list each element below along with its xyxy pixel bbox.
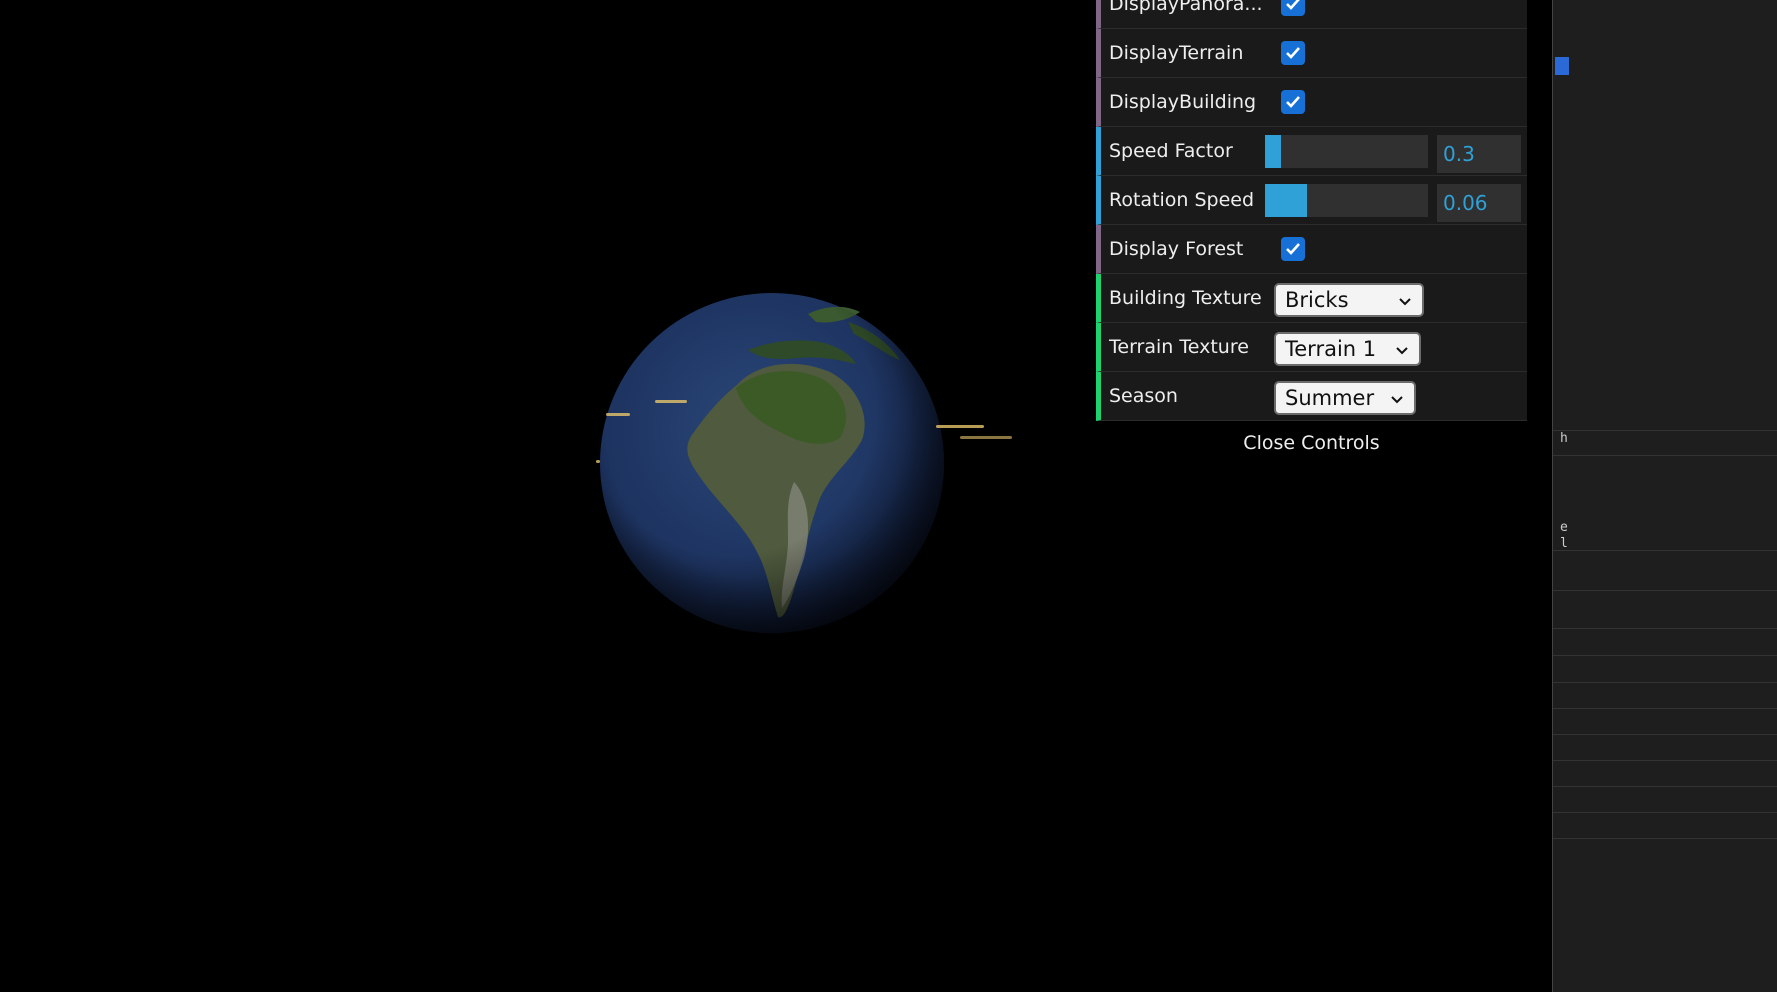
- rotation-speed-input[interactable]: 0.06: [1437, 184, 1521, 222]
- chevron-down-icon: [1396, 347, 1408, 355]
- terrain-texture-select[interactable]: Terrain 1: [1274, 332, 1421, 366]
- speed-factor-slider[interactable]: [1265, 135, 1428, 168]
- display-panorama-row[interactable]: DisplayPanora...: [1096, 0, 1527, 29]
- checkmark-icon: [1286, 47, 1300, 59]
- building-texture-select[interactable]: Bricks: [1274, 283, 1424, 317]
- display-panorama-checkbox[interactable]: [1281, 0, 1305, 16]
- devtools-panel: h e l: [1552, 0, 1777, 992]
- checkmark-icon: [1286, 96, 1300, 108]
- display-forest-label: Display Forest: [1109, 238, 1244, 260]
- city-lights: [936, 425, 984, 428]
- city-lights: [596, 460, 600, 463]
- devtools-fragment: l: [1560, 536, 1568, 551]
- building-texture-label: Building Texture: [1109, 287, 1262, 309]
- controls-panel: DisplayPanora... DisplayTerrain DisplayB…: [1096, 0, 1527, 421]
- checkmark-icon: [1286, 243, 1300, 255]
- building-texture-value: Bricks: [1285, 288, 1349, 312]
- city-lights: [606, 413, 630, 416]
- terrain-texture-value: Terrain 1: [1285, 337, 1377, 361]
- speed-factor-slider-fill: [1265, 135, 1282, 168]
- devtools-selection-marker: [1555, 57, 1569, 75]
- speed-factor-label: Speed Factor: [1109, 140, 1233, 162]
- display-terrain-label: DisplayTerrain: [1109, 42, 1244, 64]
- display-forest-row[interactable]: Display Forest: [1096, 225, 1527, 274]
- rotation-speed-row: Rotation Speed 0.06: [1096, 176, 1527, 225]
- rotation-speed-slider[interactable]: [1265, 184, 1428, 217]
- devtools-fragment: h: [1560, 431, 1568, 446]
- display-building-row[interactable]: DisplayBuilding: [1096, 78, 1527, 127]
- earth-globe: [600, 293, 944, 633]
- building-texture-row: Building Texture Bricks: [1096, 274, 1527, 323]
- terrain-texture-row: Terrain Texture Terrain 1: [1096, 323, 1527, 372]
- season-value: Summer: [1285, 386, 1375, 410]
- speed-factor-row: Speed Factor 0.3: [1096, 127, 1527, 176]
- display-building-checkbox[interactable]: [1281, 90, 1305, 114]
- display-building-label: DisplayBuilding: [1109, 91, 1257, 113]
- display-terrain-checkbox[interactable]: [1281, 41, 1305, 65]
- chevron-down-icon: [1391, 396, 1403, 404]
- season-select[interactable]: Summer: [1274, 381, 1416, 415]
- display-forest-checkbox[interactable]: [1281, 237, 1305, 261]
- chevron-down-icon: [1399, 298, 1411, 306]
- close-controls-button[interactable]: Close Controls: [1096, 426, 1527, 460]
- rotation-speed-slider-fill: [1265, 184, 1308, 217]
- devtools-fragment: e: [1560, 520, 1568, 535]
- city-lights: [655, 400, 687, 403]
- terrain-texture-label: Terrain Texture: [1109, 336, 1249, 358]
- season-label: Season: [1109, 385, 1178, 407]
- city-lights: [960, 436, 1012, 439]
- season-row: Season Summer: [1096, 372, 1527, 421]
- speed-factor-input[interactable]: 0.3: [1437, 135, 1521, 173]
- rotation-speed-label: Rotation Speed: [1109, 189, 1255, 211]
- display-terrain-row[interactable]: DisplayTerrain: [1096, 29, 1527, 78]
- display-panorama-label: DisplayPanora...: [1109, 0, 1263, 15]
- checkmark-icon: [1286, 0, 1300, 10]
